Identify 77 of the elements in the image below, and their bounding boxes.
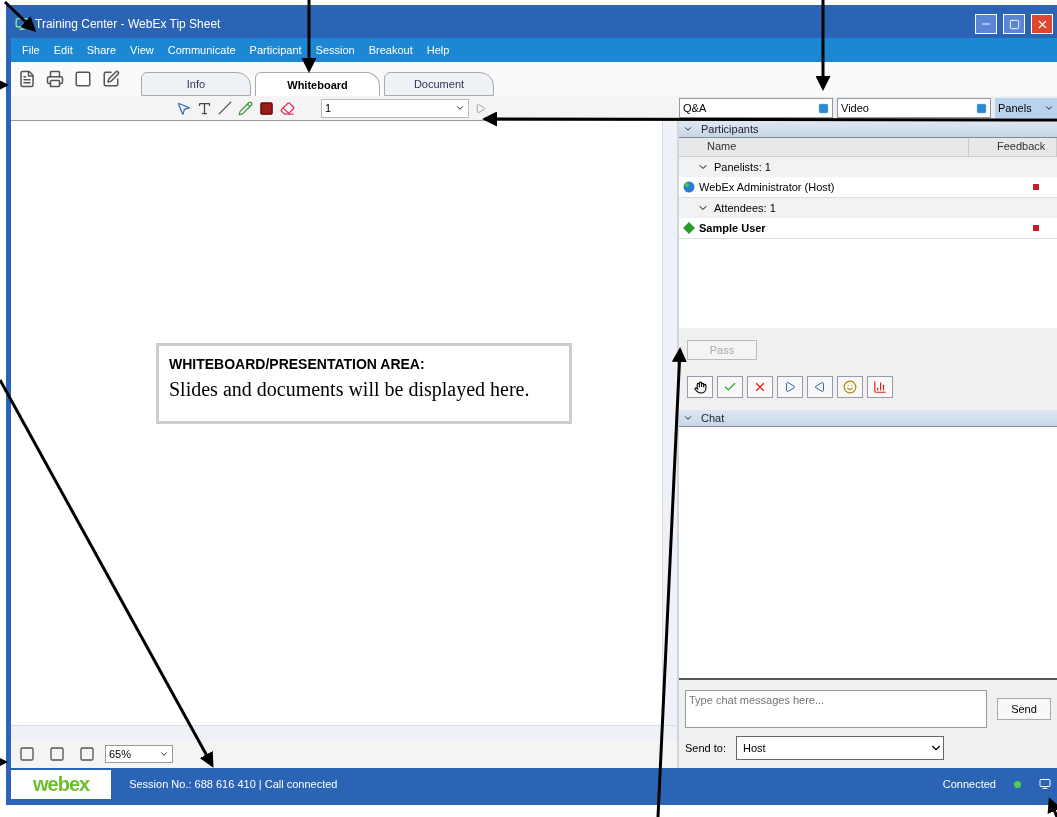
- caret-icon: [1044, 103, 1054, 113]
- panel-icon: [818, 102, 829, 114]
- menu-item[interactable]: Help: [421, 42, 455, 58]
- page-select[interactable]: 1: [321, 98, 469, 118]
- text-icon[interactable]: [197, 100, 212, 116]
- faster-button[interactable]: [777, 376, 803, 398]
- panel-selector[interactable]: Q&A: [679, 98, 833, 118]
- collapse-icon[interactable]: [683, 413, 693, 423]
- tab[interactable]: Document: [384, 72, 494, 96]
- panel-label: Q&A: [683, 102, 707, 114]
- connection-dot: [1014, 780, 1021, 788]
- smiley-icon: [843, 380, 857, 394]
- left-arrow-icon: [814, 381, 826, 393]
- participant-name[interactable]: Sample User: [699, 222, 969, 234]
- color-icon[interactable]: [259, 100, 274, 116]
- right-arrow-icon: [784, 381, 796, 393]
- pointer-icon[interactable]: [176, 100, 191, 116]
- minimize-button[interactable]: [975, 14, 997, 34]
- menu-item[interactable]: Communicate: [162, 42, 241, 58]
- hand-icon: [693, 380, 707, 394]
- connection-status: Connected: [942, 778, 996, 790]
- menu-item[interactable]: View: [125, 42, 159, 58]
- group-label: Attendees: 1: [714, 202, 776, 214]
- computer-icon[interactable]: [1039, 778, 1051, 790]
- globe-icon: [683, 181, 695, 193]
- zoom-level: 65%: [109, 748, 132, 760]
- panel-label: Video: [841, 102, 869, 114]
- horizontal-scrollbar[interactable]: [11, 725, 677, 740]
- maximize-button[interactable]: [1003, 14, 1025, 34]
- emoticon-button[interactable]: [837, 376, 863, 398]
- callout-heading: WHITEBOARD/PRESENTATION AREA:: [169, 355, 426, 372]
- menu-item[interactable]: Edit: [48, 42, 78, 58]
- bar-chart-icon: [873, 380, 887, 394]
- menu-item[interactable]: Session: [310, 42, 360, 58]
- page-number: 1: [325, 102, 332, 114]
- column-header[interactable]: Feedback: [969, 138, 1057, 156]
- session-info: Session No.: 688 616 410 | Call connected: [129, 778, 338, 790]
- line-icon[interactable]: [218, 101, 232, 115]
- callout-text: Slides and documents will be displayed here.: [169, 376, 531, 403]
- participant-name[interactable]: WebEx Administrator (Host): [699, 181, 969, 193]
- chat-input[interactable]: Type chat messages here...: [685, 690, 987, 728]
- send-to-label: Send to:: [685, 742, 726, 754]
- panel-icon: [976, 102, 987, 114]
- pencil-icon[interactable]: [238, 100, 253, 116]
- menu-item[interactable]: Breakout: [363, 42, 418, 58]
- dropdown-icon: [159, 749, 169, 759]
- annotation-arrow: [1047, 797, 1057, 817]
- x-icon: [753, 380, 767, 394]
- raise-hand-button[interactable]: [687, 376, 713, 398]
- tab[interactable]: Whiteboard: [255, 72, 380, 96]
- panel-title: Chat: [701, 412, 725, 424]
- webex-logo: webex: [11, 769, 112, 799]
- zoom-select[interactable]: 65%: [105, 745, 173, 763]
- eraser-icon[interactable]: [280, 100, 295, 116]
- send-button[interactable]: Send: [997, 698, 1051, 720]
- column-header[interactable]: Name: [679, 138, 969, 156]
- panel-selector[interactable]: Video: [837, 98, 991, 118]
- tab[interactable]: Info: [141, 72, 251, 96]
- check-icon: [723, 380, 737, 394]
- annotation-arrow: [3, 0, 37, 33]
- close-button[interactable]: [1031, 14, 1053, 34]
- dropdown-icon: [455, 103, 465, 113]
- menu-item[interactable]: Share: [81, 42, 122, 58]
- menu-item[interactable]: Participant: [244, 42, 307, 58]
- maximize-icon: [1008, 18, 1020, 30]
- poll-button[interactable]: [867, 376, 893, 398]
- no-button[interactable]: [747, 376, 773, 398]
- group-label: Panelists: 1: [714, 161, 771, 173]
- app-icon: [15, 17, 29, 31]
- panel-title: Participants: [701, 123, 759, 135]
- collapse-icon[interactable]: [683, 124, 693, 134]
- window-title: Training Center - WebEx Tip Sheet: [35, 17, 222, 31]
- slower-button[interactable]: [807, 376, 833, 398]
- menu-item[interactable]: File: [17, 42, 45, 58]
- recipient-select[interactable]: Host: [736, 736, 944, 760]
- diamond-icon: [683, 222, 695, 234]
- panels-menu[interactable]: Panels: [995, 98, 1057, 118]
